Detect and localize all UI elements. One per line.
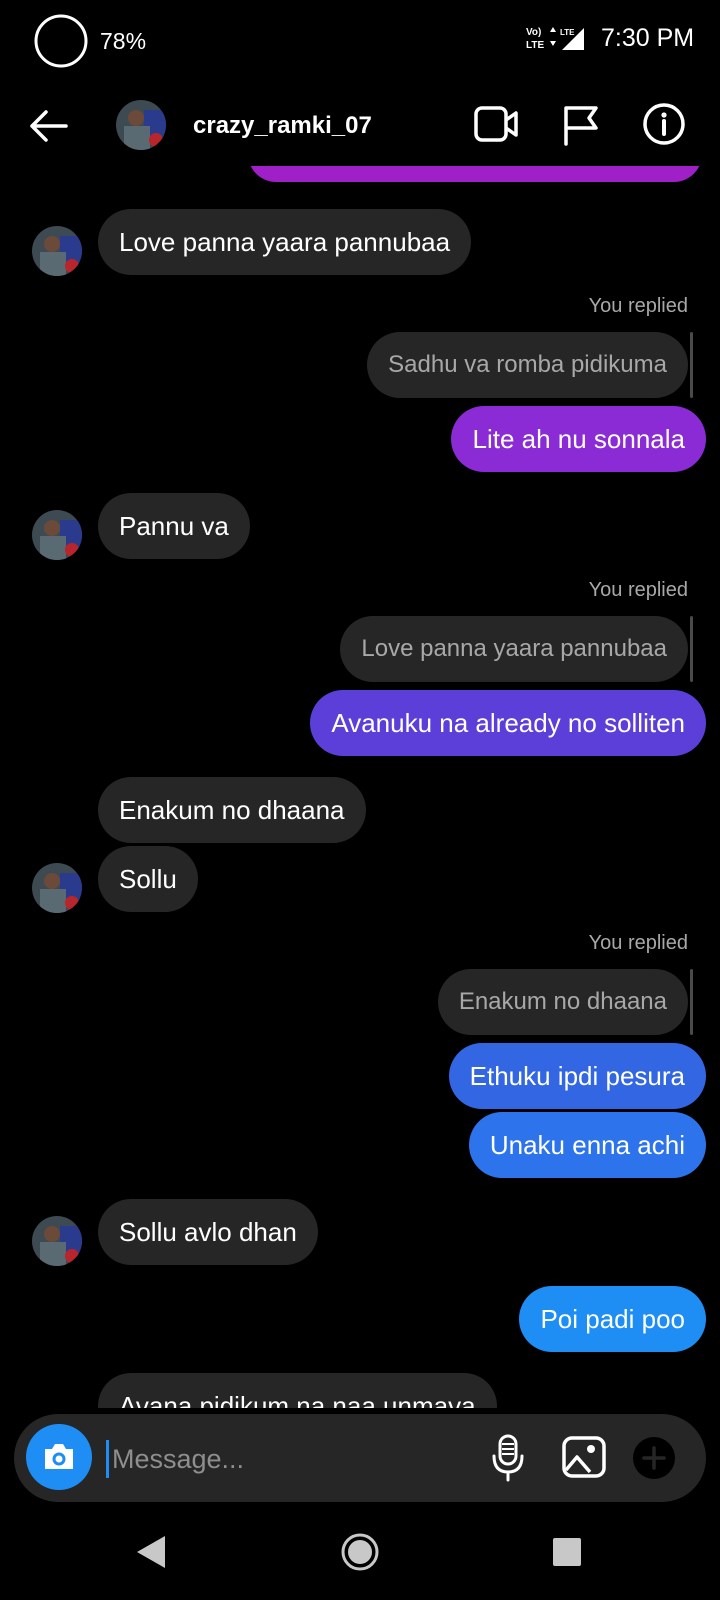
flag-icon[interactable] (563, 104, 599, 146)
outgoing-message[interactable]: Poi padi poo (519, 1286, 706, 1352)
avatar-photo-icon (32, 863, 82, 913)
outgoing-message[interactable]: Ethuku ipdi pesura (448, 1043, 706, 1109)
contact-avatar[interactable] (116, 100, 166, 150)
back-arrow-icon[interactable] (26, 108, 70, 144)
plus-icon[interactable] (632, 1436, 676, 1480)
microphone-icon[interactable] (490, 1434, 526, 1482)
battery-ring-icon (34, 14, 88, 68)
info-icon[interactable] (642, 102, 686, 146)
incoming-message[interactable]: Enakum no dhaana (98, 777, 366, 843)
outgoing-message[interactable]: Lite ah nu sonnala (451, 406, 706, 472)
quote-bar (690, 332, 693, 398)
incoming-message[interactable]: Avana pidikum na naa unmava (98, 1373, 497, 1408)
status-bar: 78% Vo) LTE LTE 7:30 PM (0, 0, 720, 84)
incoming-message[interactable]: Sollu (98, 846, 198, 912)
you-replied-label: You replied (588, 932, 688, 954)
chat-header: crazy_ramki_07 (0, 86, 720, 166)
you-replied-label: You replied (588, 295, 688, 317)
nav-back-icon[interactable] (135, 1534, 167, 1570)
incoming-message[interactable]: Pannu va (98, 493, 250, 559)
avatar-photo-icon (32, 510, 82, 560)
svg-text:Vo): Vo) (526, 27, 541, 38)
quote-bar (690, 969, 693, 1035)
camera-icon (45, 1444, 73, 1469)
battery-percentage: 78% (100, 28, 147, 54)
gallery-icon[interactable] (562, 1436, 606, 1478)
sender-avatar[interactable] (32, 226, 82, 276)
svg-text:LTE: LTE (560, 28, 575, 37)
nav-home-icon[interactable] (340, 1532, 380, 1572)
contact-name[interactable]: crazy_ramki_07 (193, 112, 372, 140)
text-cursor (106, 1440, 109, 1478)
quoted-message[interactable]: Love panna yaara pannubaa (340, 616, 688, 682)
nav-recent-apps-icon[interactable] (553, 1538, 581, 1566)
message-list[interactable]: Love panna yaara pannubaa You replied Sa… (0, 166, 720, 1408)
video-call-icon[interactable] (474, 104, 520, 144)
outgoing-message[interactable]: Avanuku na already no solliten (310, 690, 706, 756)
you-replied-label: You replied (588, 579, 688, 601)
quoted-message[interactable]: Sadhu va romba pidikuma (367, 332, 688, 398)
message-input[interactable] (110, 1432, 474, 1486)
quote-bar (690, 616, 693, 682)
quoted-message[interactable]: Enakum no dhaana (437, 969, 688, 1035)
message-composer (14, 1414, 706, 1502)
sender-avatar[interactable] (32, 1216, 82, 1266)
avatar-photo-icon (116, 100, 166, 150)
avatar-photo-icon (32, 226, 82, 276)
clock: 7:30 PM (601, 24, 695, 52)
camera-button[interactable] (26, 1424, 92, 1490)
sender-avatar[interactable] (32, 510, 82, 560)
avatar-photo-icon (32, 1216, 82, 1266)
outgoing-message-partial[interactable] (248, 166, 702, 182)
svg-text:LTE: LTE (526, 40, 544, 51)
incoming-message[interactable]: Sollu avlo dhan (98, 1199, 318, 1265)
incoming-message[interactable]: Love panna yaara pannubaa (98, 209, 472, 275)
sender-avatar[interactable] (32, 863, 82, 913)
outgoing-message[interactable]: Unaku enna achi (468, 1112, 706, 1178)
signal-icon: Vo) LTE LTE (526, 27, 584, 51)
system-navigation-bar (0, 1508, 720, 1600)
